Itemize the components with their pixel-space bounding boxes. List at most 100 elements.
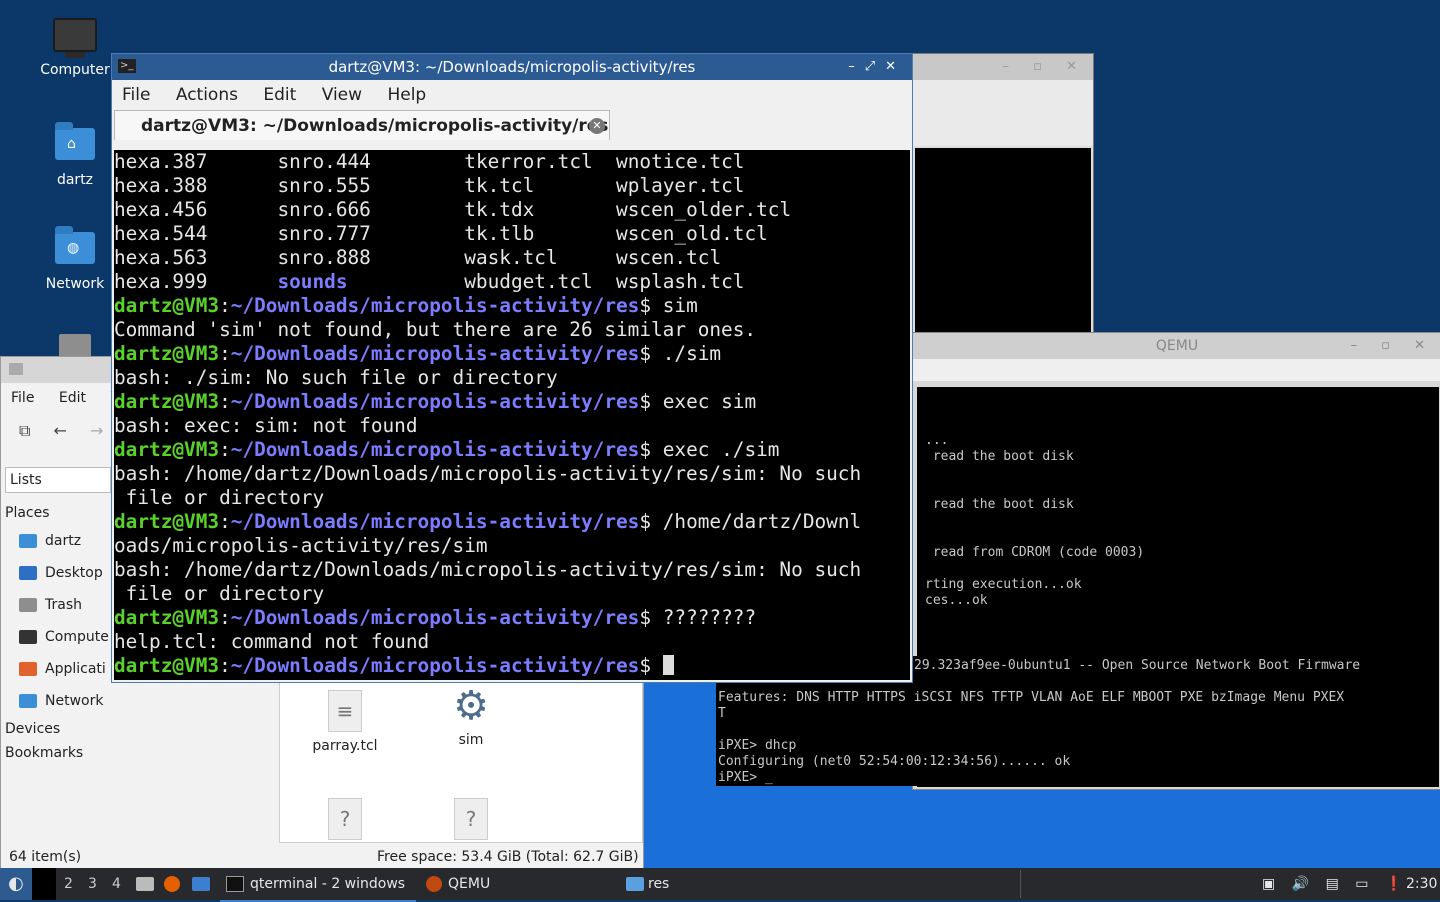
devices-header[interactable]: Devices (5, 717, 111, 741)
menu-view[interactable]: View (322, 85, 362, 105)
menu-actions[interactable]: Actions (176, 85, 238, 105)
console-line: ces...ok (925, 593, 988, 608)
window-titlebar[interactable]: – ▫ ✕ (913, 54, 1093, 80)
text-file-icon: ≡ (328, 690, 362, 732)
terminal-screen[interactable]: hexa.387 snro.444 tkerror.tcl wnotice.tc… (114, 150, 910, 680)
command-text: exec ./sim (651, 438, 780, 461)
prompt-line: dartz@VM3:~/Downloads/micropolis-activit… (114, 294, 698, 317)
menu-edit[interactable]: Edit (59, 390, 86, 406)
back-arrow-icon[interactable]: ← (54, 421, 67, 440)
forward-arrow-icon[interactable]: → (90, 421, 103, 440)
command-text: ./sim (651, 342, 722, 365)
listing-row: hexa.387 snro.444 tkerror.tcl wnotice.tc… (114, 150, 910, 174)
prompt-path: ~/Downloads/micropolis-activity/res (230, 294, 640, 317)
network-icon (19, 694, 37, 708)
task-qemu[interactable]: QEMU (426, 868, 490, 900)
output-line: file or directory (114, 486, 325, 509)
computer-icon (53, 18, 97, 58)
clock[interactable]: 2:30 (1406, 868, 1437, 900)
menu-file[interactable]: File (122, 85, 150, 105)
listing-entry: wask.tcl (464, 246, 558, 269)
taskbar: ◐ 2 3 4 qterminal - 2 windows QEMU res ▣… (0, 868, 1440, 902)
sidebar-item-applications[interactable]: Applicati (5, 653, 111, 685)
listing-row: hexa.456 snro.666 tk.tdx wscen_older.tcl (114, 198, 910, 222)
home-folder-icon: ⌂ (53, 122, 97, 168)
new-window-icon[interactable]: ⧉ (19, 421, 30, 440)
terminal-window[interactable]: >_ dartz@VM3: ~/Downloads/micropolis-act… (111, 53, 913, 683)
prompt-path: ~/Downloads/micropolis-activity/res (230, 342, 640, 365)
start-menu-button[interactable]: ◐ (0, 868, 32, 900)
menu-edit[interactable]: Edit (263, 85, 296, 105)
sidebar-item-computer[interactable]: Compute (5, 621, 111, 653)
listing-row: hexa.999 sounds wbudget.tcl wsplash.tcl (114, 270, 910, 294)
listing-row: hexa.544 snro.777 tk.tlb wscen_old.tcl (114, 222, 910, 246)
qemu-menubar[interactable] (913, 359, 1440, 381)
desktop-icon-label: dartz (56, 172, 94, 188)
network-folder-icon: ◍ (53, 226, 97, 272)
text-cursor (662, 655, 674, 675)
listing-entry: snro.777 (277, 222, 371, 245)
prompt-line: dartz@VM3:~/Downloads/micropolis-activit… (114, 654, 910, 678)
close-icon[interactable]: ✕ (885, 59, 906, 74)
prompt-line: dartz@VM3:~/Downloads/micropolis-activit… (114, 606, 757, 629)
prompt-user: dartz@VM3 (114, 510, 220, 533)
workspace-1-indicator[interactable] (32, 868, 56, 900)
listing-entry: sounds (277, 270, 348, 293)
workspace-3[interactable]: 3 (88, 868, 97, 900)
tab-bar: dartz@VM3: ~/Downloads/micropolis-activi… (112, 110, 912, 142)
update-notifier-icon[interactable]: ❗ (1385, 876, 1402, 892)
clipboard-icon[interactable]: ▤ (1326, 876, 1339, 892)
prompt-line: dartz@VM3:~/Downloads/micropolis-activit… (114, 342, 722, 365)
firefox-launcher[interactable] (164, 868, 186, 900)
window-controls[interactable]: – ▫ ✕ (1003, 54, 1087, 80)
sidebar-item-trash[interactable]: Trash (5, 589, 111, 621)
console-line: iPXE> _ (718, 770, 773, 785)
window-titlebar[interactable]: QEMU – ▫ ✕ (913, 333, 1440, 359)
background-terminal-window[interactable]: – ▫ ✕ (912, 53, 1094, 346)
free-space: Free space: 53.4 GiB (Total: 62.7 GiB) (377, 849, 639, 865)
listing-entry: snro.444 (277, 150, 371, 173)
window-titlebar[interactable]: >_ dartz@VM3: ~/Downloads/micropolis-act… (112, 54, 912, 80)
output-line: bash: exec: sim: not found (114, 414, 418, 437)
file-item-unknown[interactable]: ? (290, 798, 400, 846)
qemu-icon (426, 876, 442, 892)
workspace-2[interactable]: 2 (64, 868, 73, 900)
places-header[interactable]: Places (5, 501, 111, 525)
prompt-line: dartz@VM3:~/Downloads/micropolis-activit… (114, 510, 862, 533)
menu-help[interactable]: Help (387, 85, 426, 105)
task-qterminal[interactable]: qterminal - 2 windows (220, 868, 416, 902)
tray-applet-icon[interactable]: ▣ (1262, 876, 1275, 892)
console-line: Features: DNS HTTP HTTPS iSCSI NFS TFTP … (718, 690, 1345, 705)
sidebar-item-network[interactable]: Network (5, 685, 111, 717)
window-controls: –⤢✕ (848, 54, 906, 80)
desktop-icon-network[interactable]: ◍ Network (33, 226, 117, 292)
desktop-icon-computer[interactable]: Computer (33, 18, 117, 78)
window-controls[interactable]: – ▫ ✕ (1351, 333, 1435, 359)
bookmarks-header[interactable]: Bookmarks (5, 741, 111, 765)
desktop-icon-home[interactable]: ⌂ dartz (33, 122, 117, 188)
file-manager-launcher[interactable] (136, 868, 158, 900)
show-desktop-button[interactable] (192, 868, 214, 900)
sidebar-item-dartz[interactable]: dartz (5, 525, 111, 557)
task-res[interactable]: res (626, 868, 669, 900)
prompt-path: ~/Downloads/micropolis-activity/res (230, 438, 640, 461)
prompt-user: dartz@VM3 (114, 390, 220, 413)
tab-terminal[interactable]: dartz@VM3: ~/Downloads/micropolis-activi… (114, 110, 610, 140)
listing-entry: hexa.387 (114, 150, 208, 173)
volume-icon[interactable]: 🔊 (1292, 876, 1309, 892)
minimize-icon[interactable]: – (848, 59, 865, 74)
file-manager-icon (136, 877, 154, 891)
maximize-icon[interactable]: ⤢ (865, 59, 885, 74)
file-item-parray[interactable]: ≡ parray.tcl (290, 690, 400, 754)
workspace-4[interactable]: 4 (112, 868, 121, 900)
tab-close-icon[interactable]: ✕ (589, 118, 605, 134)
sidebar-item-desktop[interactable]: Desktop (5, 557, 111, 589)
network-status-icon[interactable]: ▭ (1355, 876, 1368, 892)
side-pane-mode-select[interactable]: Lists (5, 467, 111, 493)
file-list[interactable]: ≡ parray.tcl ⚙ sim ? ? (279, 679, 643, 843)
file-item-unknown[interactable]: ? (416, 798, 526, 846)
file-item-sim[interactable]: ⚙ sim (416, 686, 526, 748)
listing-row: hexa.388 snro.555 tk.tcl wplayer.tcl (114, 174, 910, 198)
menu-file[interactable]: File (11, 390, 34, 406)
home-folder-icon (19, 534, 37, 548)
